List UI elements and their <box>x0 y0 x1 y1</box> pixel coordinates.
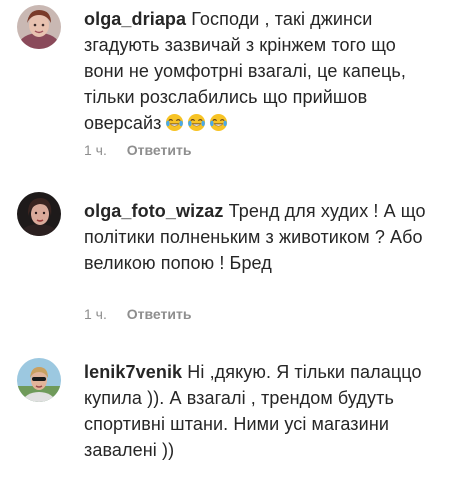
reply-button[interactable]: Ответить <box>127 306 192 322</box>
face-with-tears-of-joy-icon <box>209 113 227 132</box>
comment-time: 1 ч. <box>84 306 107 322</box>
comment-meta: 1 ч. Ответить <box>84 305 191 323</box>
avatar-image <box>17 192 61 236</box>
avatar[interactable] <box>17 5 61 49</box>
comment-body: lenik7venik Ні ,дякую. Я тільки палаццо … <box>84 359 439 463</box>
comment-body: olga_foto_wizaz Тренд для худих ! А що п… <box>84 198 439 276</box>
avatar-image <box>17 358 61 402</box>
face-with-tears-of-joy-icon <box>165 113 183 132</box>
comment-body: olga_driapa Господи , такі джинси згадую… <box>84 6 439 139</box>
face-with-tears-of-joy-icon <box>187 113 205 132</box>
reply-button[interactable]: Ответить <box>127 142 192 158</box>
comment-time: 1 ч. <box>84 142 107 158</box>
comment-username[interactable]: olga_foto_wizaz <box>84 201 224 221</box>
avatar[interactable] <box>17 358 61 402</box>
emoji-group <box>162 113 228 139</box>
comment-username[interactable]: olga_driapa <box>84 9 186 29</box>
comments-list: olga_driapa Господи , такі джинси згадую… <box>0 0 452 480</box>
comment-username[interactable]: lenik7venik <box>84 362 182 382</box>
avatar-image <box>17 5 61 49</box>
avatar[interactable] <box>17 192 61 236</box>
comment-meta: 1 ч. Ответить <box>84 141 191 159</box>
